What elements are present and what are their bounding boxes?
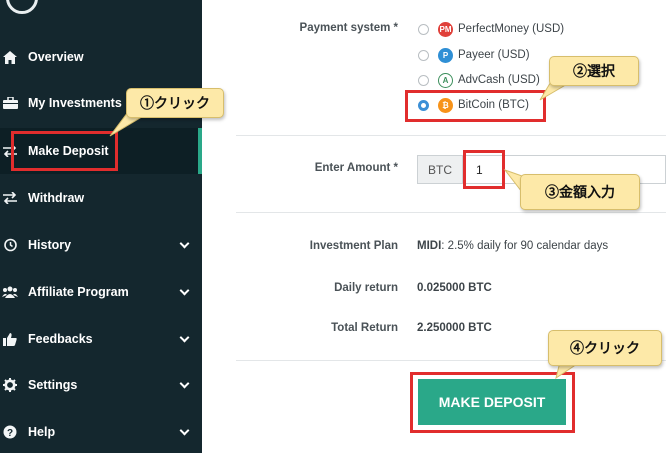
daily-return-value: 0.025000 BTC <box>417 282 492 294</box>
svg-text:?: ? <box>7 428 13 439</box>
radio-button[interactable] <box>418 74 429 86</box>
chevron-down-icon <box>179 425 190 436</box>
payment-option-perfectmoney[interactable]: PM PerfectMoney (USD) <box>418 19 564 39</box>
chevron-down-icon <box>179 378 190 389</box>
total-return-value: 2.250000 BTC <box>417 322 492 334</box>
annotation-step-2: ②選択 <box>549 56 639 86</box>
question-icon: ? <box>2 425 18 439</box>
annotation-step-1: ①クリック <box>126 88 224 118</box>
currency-addon: BTC <box>417 155 463 184</box>
highlight-box-amount <box>463 150 505 189</box>
payment-system-label: Payment system * <box>299 22 398 34</box>
advcash-icon: A <box>438 72 453 88</box>
annotation-step-4: ④クリック <box>548 330 662 366</box>
sidebar-item-label: Withdraw <box>28 191 85 205</box>
payment-option-label: Payeer (USD) <box>458 49 530 61</box>
chevron-down-icon <box>179 285 190 296</box>
divider <box>236 135 666 136</box>
payment-option-label: AdvCash (USD) <box>458 74 540 86</box>
history-icon <box>2 238 18 252</box>
daily-return-label: Daily return <box>334 282 398 294</box>
payment-option-payeer[interactable]: P Payeer (USD) <box>418 45 530 65</box>
sidebar-item-history[interactable]: History <box>0 222 202 268</box>
users-icon <box>2 286 18 298</box>
enter-amount-label: Enter Amount * <box>314 162 398 174</box>
sidebar-item-label: My Investments <box>28 96 122 110</box>
sidebar-item-help[interactable]: ? Help <box>0 409 202 455</box>
payment-option-label: PerfectMoney (USD) <box>458 23 565 35</box>
highlight-box-deposit-button <box>410 372 575 433</box>
logo-icon <box>6 0 38 14</box>
gear-icon <box>2 378 18 392</box>
sidebar-item-withdraw[interactable]: Withdraw <box>0 175 202 221</box>
annotation-step-3: ③金額入力 <box>520 174 640 210</box>
sidebar-item-label: Feedbacks <box>28 332 93 346</box>
divider <box>236 212 666 213</box>
payment-option-advcash[interactable]: A AdvCash (USD) <box>418 70 540 90</box>
sidebar-item-overview[interactable]: Overview <box>0 34 202 80</box>
payeer-icon: P <box>438 47 453 63</box>
highlight-box-make-deposit <box>11 131 118 171</box>
radio-button[interactable] <box>418 23 429 35</box>
sidebar-item-affiliate-program[interactable]: Affiliate Program <box>0 269 202 315</box>
sidebar-item-feedbacks[interactable]: Feedbacks <box>0 316 202 362</box>
total-return-label: Total Return <box>331 322 398 334</box>
chevron-down-icon <box>179 238 190 249</box>
exchange-icon <box>2 192 18 204</box>
home-icon <box>2 50 18 64</box>
sidebar: Overview My Investments Make Deposit Wit… <box>0 0 202 453</box>
sidebar-item-settings[interactable]: Settings <box>0 362 202 408</box>
perfectmoney-icon: PM <box>438 21 453 37</box>
sidebar-item-label: Overview <box>28 50 84 64</box>
chevron-down-icon <box>179 332 190 343</box>
investment-plan-label: Investment Plan <box>309 240 398 252</box>
thumbs-up-icon <box>2 332 18 346</box>
sidebar-item-label: History <box>28 238 72 252</box>
investment-plan-value: MIDI: 2.5% daily for 90 calendar days <box>417 240 609 252</box>
sidebar-item-label: Help <box>28 425 56 439</box>
sidebar-item-label: Affiliate Program <box>28 285 129 299</box>
radio-button[interactable] <box>418 49 429 61</box>
sidebar-item-label: Settings <box>28 378 78 392</box>
briefcase-icon <box>2 97 18 109</box>
highlight-box-bitcoin <box>405 90 546 122</box>
